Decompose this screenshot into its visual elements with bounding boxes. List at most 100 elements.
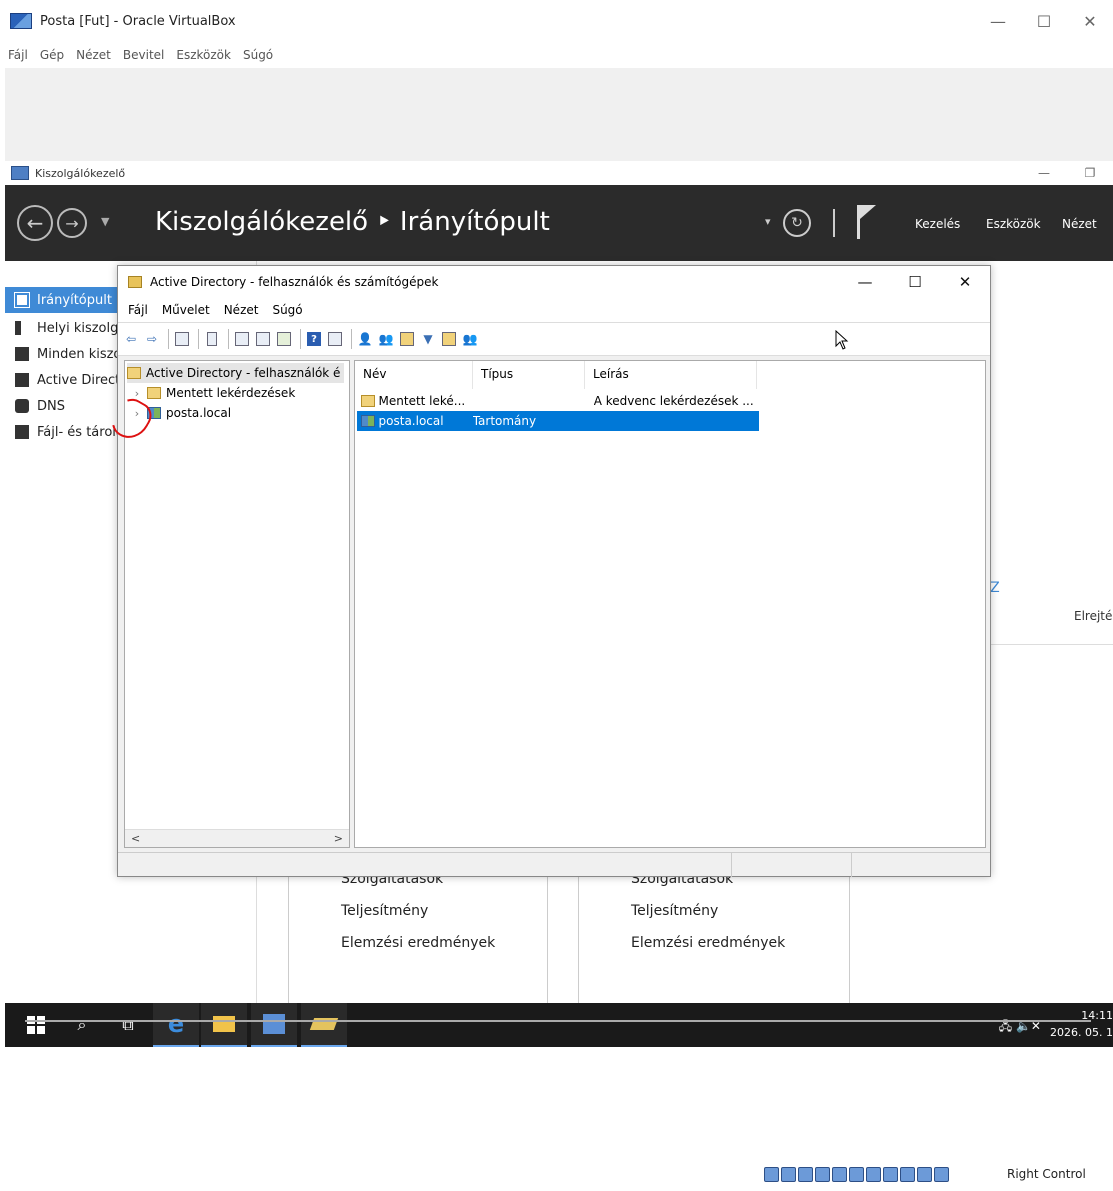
properties-icon[interactable]: [233, 330, 251, 348]
column-header-type[interactable]: Típus: [473, 361, 585, 389]
audio-icon[interactable]: [798, 1167, 813, 1182]
ad-users-computers-taskbar-icon[interactable]: [301, 1003, 347, 1047]
folder-icon: [361, 395, 375, 407]
clock-date: 2026. 05. 1: [1050, 1026, 1113, 1039]
column-header-name[interactable]: Név: [355, 361, 473, 389]
action-pane-icon[interactable]: [326, 330, 344, 348]
ad-menu-help[interactable]: Súgó: [272, 303, 302, 317]
virtualbox-app-icon: [10, 13, 32, 29]
ad-menu-file[interactable]: Fájl: [128, 303, 148, 317]
tile-row-bpa-results[interactable]: Elemzési eredmények: [631, 935, 785, 951]
ad-users-computers-window[interactable]: Active Directory - felhasználók és számí…: [117, 265, 991, 877]
display-icon[interactable]: [866, 1167, 881, 1182]
role-tile-left[interactable]: Szolgáltatások Teljesítmény Elemzési ere…: [288, 871, 548, 1003]
vbox-menu-input[interactable]: Bevitel: [123, 48, 164, 62]
forward-arrow-icon[interactable]: →: [57, 208, 87, 238]
new-group-icon[interactable]: 👥: [377, 330, 395, 348]
refresh-dropdown-icon[interactable]: ▾: [765, 215, 771, 228]
file-storage-icon: [15, 425, 29, 439]
ad-toolbar: ⇦ ⇨ ? 👤 👥 ▼ 👥: [118, 322, 990, 356]
scroll-right-icon[interactable]: >: [334, 832, 343, 845]
forward-arrow-icon[interactable]: ⇨: [143, 330, 161, 348]
cpu-icon[interactable]: [900, 1167, 915, 1182]
vbox-menu-devices[interactable]: Eszközök: [176, 48, 231, 62]
ad-menu-action[interactable]: Művelet: [162, 303, 210, 317]
server-manager-taskbar-icon[interactable]: [251, 1003, 297, 1047]
nav-history-dropdown-icon[interactable]: ▼: [101, 215, 109, 228]
optical-drive-icon[interactable]: [781, 1167, 796, 1182]
add-to-group-icon[interactable]: 👥: [461, 330, 479, 348]
guest-divider: [25, 1020, 1091, 1022]
toolbar-separator: [168, 329, 169, 349]
new-user-icon[interactable]: 👤: [356, 330, 374, 348]
menu-view[interactable]: Nézet: [1062, 217, 1097, 231]
ad-maximize-button[interactable]: ☐: [890, 266, 940, 298]
show-console-tree-icon[interactable]: [173, 330, 191, 348]
list-item-name: posta.local: [378, 414, 444, 428]
ad-title-bar[interactable]: Active Directory - felhasználók és számí…: [118, 266, 990, 298]
new-ou-icon[interactable]: [398, 330, 416, 348]
mouse-pointer-icon: [835, 330, 849, 350]
domain-icon: [361, 415, 375, 427]
guest-display[interactable]: Kiszolgálókezelő — ❐ ← → ▼ Kiszolgálókez…: [5, 68, 1113, 1158]
minimize-button[interactable]: —: [975, 0, 1021, 42]
recording-icon[interactable]: [883, 1167, 898, 1182]
vbox-menu-machine[interactable]: Gép: [40, 48, 64, 62]
console-tree[interactable]: Active Directory - felhasználók é › Ment…: [124, 360, 350, 848]
tile-row-performance[interactable]: Teljesítmény: [631, 903, 718, 919]
shared-folders-icon[interactable]: [849, 1167, 864, 1182]
sm-restore-button[interactable]: ❐: [1067, 161, 1113, 185]
role-tile-right[interactable]: Szolgáltatások Teljesítmény Elemzési ere…: [578, 871, 850, 1003]
task-view-icon[interactable]: ⧉: [105, 1003, 151, 1047]
mouse-integration-icon[interactable]: [917, 1167, 932, 1182]
internet-explorer-icon[interactable]: e: [153, 1003, 199, 1047]
tile-row-performance[interactable]: Teljesítmény: [341, 903, 428, 919]
keyboard-capture-icon[interactable]: [934, 1167, 949, 1182]
vbox-menu-file[interactable]: Fájl: [8, 48, 28, 62]
file-explorer-icon[interactable]: [201, 1003, 247, 1047]
result-list[interactable]: Név Típus Leírás Mentett leké... A kedve…: [354, 360, 986, 848]
close-button[interactable]: ✕: [1067, 0, 1113, 42]
tree-root-node[interactable]: Active Directory - felhasználók é: [127, 363, 345, 383]
sm-minimize-button[interactable]: —: [1021, 161, 1067, 185]
tile-row-bpa-results[interactable]: Elemzési eredmények: [341, 935, 495, 951]
network-icon[interactable]: [815, 1167, 830, 1182]
ad-window-icon: [128, 276, 142, 288]
taskbar-clock[interactable]: 14:11 2026. 05. 1: [1049, 1007, 1113, 1041]
folder-icon: [147, 387, 161, 399]
back-arrow-icon[interactable]: ⇦: [122, 330, 140, 348]
refresh-icon[interactable]: [254, 330, 272, 348]
hide-welcome-link[interactable]: Elrejté: [1074, 609, 1112, 623]
start-button[interactable]: [13, 1003, 59, 1047]
header-separator: [833, 209, 835, 237]
list-item-selected[interactable]: posta.local Tartomány: [357, 411, 759, 431]
tree-node-saved-queries[interactable]: › Mentett lekérdezések: [131, 383, 295, 403]
menu-tools[interactable]: Eszközök: [986, 217, 1041, 231]
column-header-description[interactable]: Leírás: [585, 361, 757, 389]
search-icon[interactable]: ⌕: [59, 1003, 105, 1047]
maximize-button[interactable]: ☐: [1021, 0, 1067, 42]
filter-icon[interactable]: ▼: [419, 330, 437, 348]
hard-disk-icon[interactable]: [764, 1167, 779, 1182]
find-icon[interactable]: [440, 330, 458, 348]
vbox-menu-help[interactable]: Súgó: [243, 48, 273, 62]
vbox-window-title: Posta [Fut] - Oracle VirtualBox: [40, 13, 236, 29]
scroll-left-icon[interactable]: <: [131, 832, 140, 845]
ad-menu-view[interactable]: Nézet: [224, 303, 259, 317]
menu-manage[interactable]: Kezelés: [915, 217, 960, 231]
export-list-icon[interactable]: [275, 330, 293, 348]
tree-horizontal-scrollbar[interactable]: < >: [125, 829, 349, 847]
clipboard-icon[interactable]: [203, 330, 221, 348]
list-item-name: Mentett leké...: [378, 394, 466, 408]
dashboard-icon: [14, 292, 30, 308]
usb-icon[interactable]: [832, 1167, 847, 1182]
vbox-menu-view[interactable]: Nézet: [76, 48, 111, 62]
list-item[interactable]: Mentett leké... A kedvenc lekérdezések .…: [357, 391, 759, 411]
back-arrow-icon[interactable]: ←: [17, 205, 53, 241]
ad-minimize-button[interactable]: —: [840, 266, 890, 298]
refresh-icon[interactable]: ↻: [783, 209, 811, 237]
ad-close-button[interactable]: ✕: [940, 266, 990, 298]
ad-status-bar: [118, 852, 990, 877]
help-icon[interactable]: ?: [305, 330, 323, 348]
notifications-flag-icon[interactable]: [857, 205, 877, 239]
